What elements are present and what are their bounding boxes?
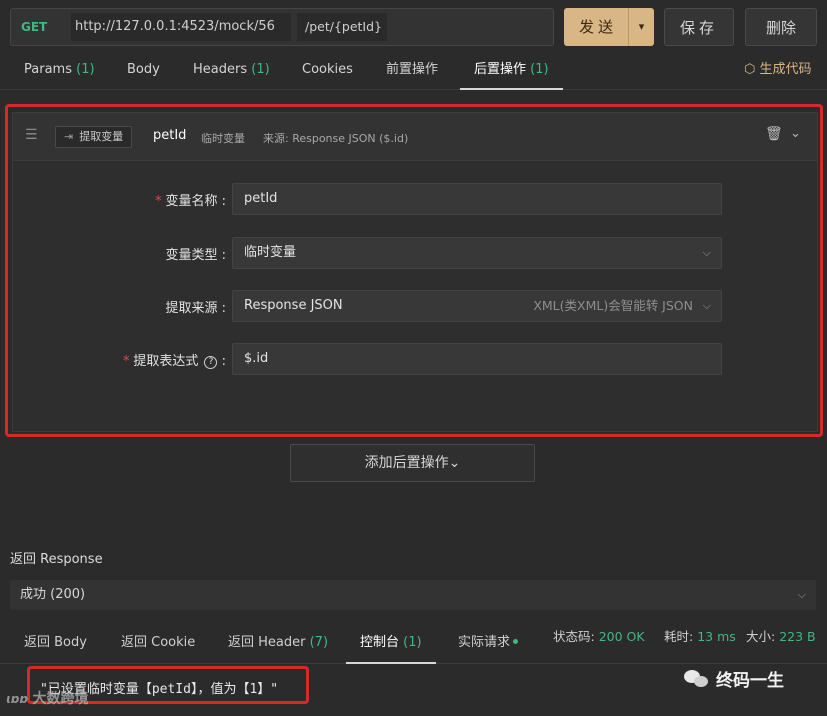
operation-variable-name: petId [153,128,187,143]
tag-label: 提取变量 [79,130,124,143]
wechat-icon [684,668,710,690]
var-type-label-text: 变量类型 [165,248,218,263]
tab-params[interactable]: Params (1) [24,52,95,90]
tab-response-header[interactable]: 返回 Header (7) [228,622,328,664]
chevron-down-icon: ⌵ [702,299,711,312]
tab-actual-request[interactable]: 实际请求 [458,622,519,664]
cube-icon: ⬡ [744,62,756,77]
chevron-down-icon: ⌵ [702,246,711,259]
generate-code-label: 生成代码 [759,62,812,77]
add-post-operation-label: 添加后置操作 [364,455,449,471]
tab-label: Body [127,62,160,77]
send-button[interactable]: 发送 ▾ [564,8,654,46]
delete-button[interactable]: 删除 [745,8,817,46]
watermark-right-text: 终码一生 [716,671,784,691]
operation-variable-type: 临时变量 [201,132,245,145]
status-code-label: 状态码: [553,629,595,644]
tab-pre-operations[interactable]: 前置操作 [386,52,438,90]
generate-code-link[interactable]: ⬡ 生成代码 [744,58,812,77]
var-type-select[interactable]: 临时变量 ⌵ [232,237,722,269]
post-operation-header[interactable]: ☰ ⇥ 提取变量 petId 临时变量 来源: Response JSON ($.… [13,113,817,161]
tab-label: Cookies [302,62,353,77]
watermark-left-text: 大数跨境 [32,691,89,707]
source-hint: XML(类XML)会智能转 JSON [533,298,693,313]
tab-response-body[interactable]: 返回 Body [24,622,87,664]
tab-console[interactable]: 控制台 (1) [346,622,436,664]
status-dot-icon [513,639,519,644]
response-size: 大小: 223 B [746,626,816,645]
response-time: 耗时: 13 ms [664,626,736,645]
tab-label: Params [24,62,72,77]
tab-count: (1) [403,635,422,650]
var-name-label: * 变量名称 : [154,194,226,209]
save-button[interactable]: 保存 [664,8,734,46]
response-size-label: 大小: [746,629,776,644]
source-select[interactable]: Response JSON XML(类XML)会智能转 JSON ⌵ [232,290,722,322]
expression-input[interactable]: $.id [232,343,722,375]
tab-label: 前置操作 [386,62,439,77]
source-label-text: 提取来源 [165,301,218,316]
tab-count: (1) [251,62,270,77]
status-code: 状态码: 200 OK [553,626,645,645]
tab-body[interactable]: Body [127,52,160,90]
var-name-input[interactable]: petId [232,183,722,215]
trash-icon[interactable]: 🗑 [765,126,783,142]
tab-count: (7) [309,635,329,650]
tab-label: 返回 Body [24,635,87,650]
tab-label: 控制台 [360,635,400,650]
operation-source: 来源: Response JSON ($.id) [263,132,409,145]
var-type-value: 临时变量 [244,245,297,260]
tab-label: Headers [193,62,248,77]
add-post-operation-button[interactable]: 添加后置操作⌄ [290,444,535,482]
required-mark: * [154,194,162,209]
base-url-input[interactable]: http://127.0.0.1:4523/mock/56 [71,13,291,41]
tab-label: 后置操作 [474,62,527,77]
response-time-value: 13 ms [697,629,736,644]
tab-post-operations[interactable]: 后置操作 (1) [460,52,563,90]
chevron-down-icon: ⌵ [797,588,806,601]
required-mark: * [122,354,130,369]
source-label: 提取来源 : [165,301,226,316]
chevron-down-icon[interactable]: ▾ [628,8,654,46]
path-input[interactable]: /pet/{petId} [297,13,387,41]
drag-handle-icon[interactable]: ☰ [25,127,38,143]
var-name-label-text: 变量名称 [165,194,218,209]
expression-label-text: 提取表达式 [133,354,199,369]
tab-count: (1) [76,62,95,77]
tab-label: 实际请求 [458,635,511,650]
watermark-left: ɩɒɒ 大数跨境 [6,688,88,708]
var-type-label: 变量类型 : [165,248,226,263]
watermark-logo-icon: ɩɒɒ [6,692,29,706]
tab-headers[interactable]: Headers (1) [193,52,270,90]
extract-variable-tag: ⇥ 提取变量 [55,126,133,148]
send-button-label: 发送 [578,18,617,36]
response-status-select[interactable]: 成功 (200) ⌵ [10,580,816,610]
method-selector[interactable]: GET [21,20,47,34]
tab-count: (1) [530,62,549,77]
response-status-value: 成功 (200) [20,587,86,602]
tab-response-cookie[interactable]: 返回 Cookie [121,622,195,664]
response-size-value: 223 B [779,629,816,644]
extract-icon: ⇥ [64,130,74,143]
post-operation-card: ☰ ⇥ 提取变量 petId 临时变量 来源: Response JSON ($.… [12,112,818,432]
url-bar: GET http://127.0.0.1:4523/mock/56 /pet/{… [10,8,554,46]
status-code-value: 200 OK [598,629,645,644]
response-title: 返回 Response [10,552,103,567]
source-value: Response JSON [244,298,343,313]
request-tabs: Params (1) Body Headers (1) Cookies 前置操作… [0,52,827,90]
chevron-down-icon: ⌄ [448,455,461,471]
tab-cookies[interactable]: Cookies [302,52,353,90]
help-icon[interactable]: ? [204,356,218,369]
response-time-label: 耗时: [664,629,694,644]
expression-label: * 提取表达式 ? : [122,354,226,369]
watermark-right: 终码一生 [684,666,784,691]
chevron-down-icon[interactable]: ⌄ [790,126,801,141]
tab-label: 返回 Cookie [121,635,196,650]
tab-label: 返回 Header [228,635,306,650]
